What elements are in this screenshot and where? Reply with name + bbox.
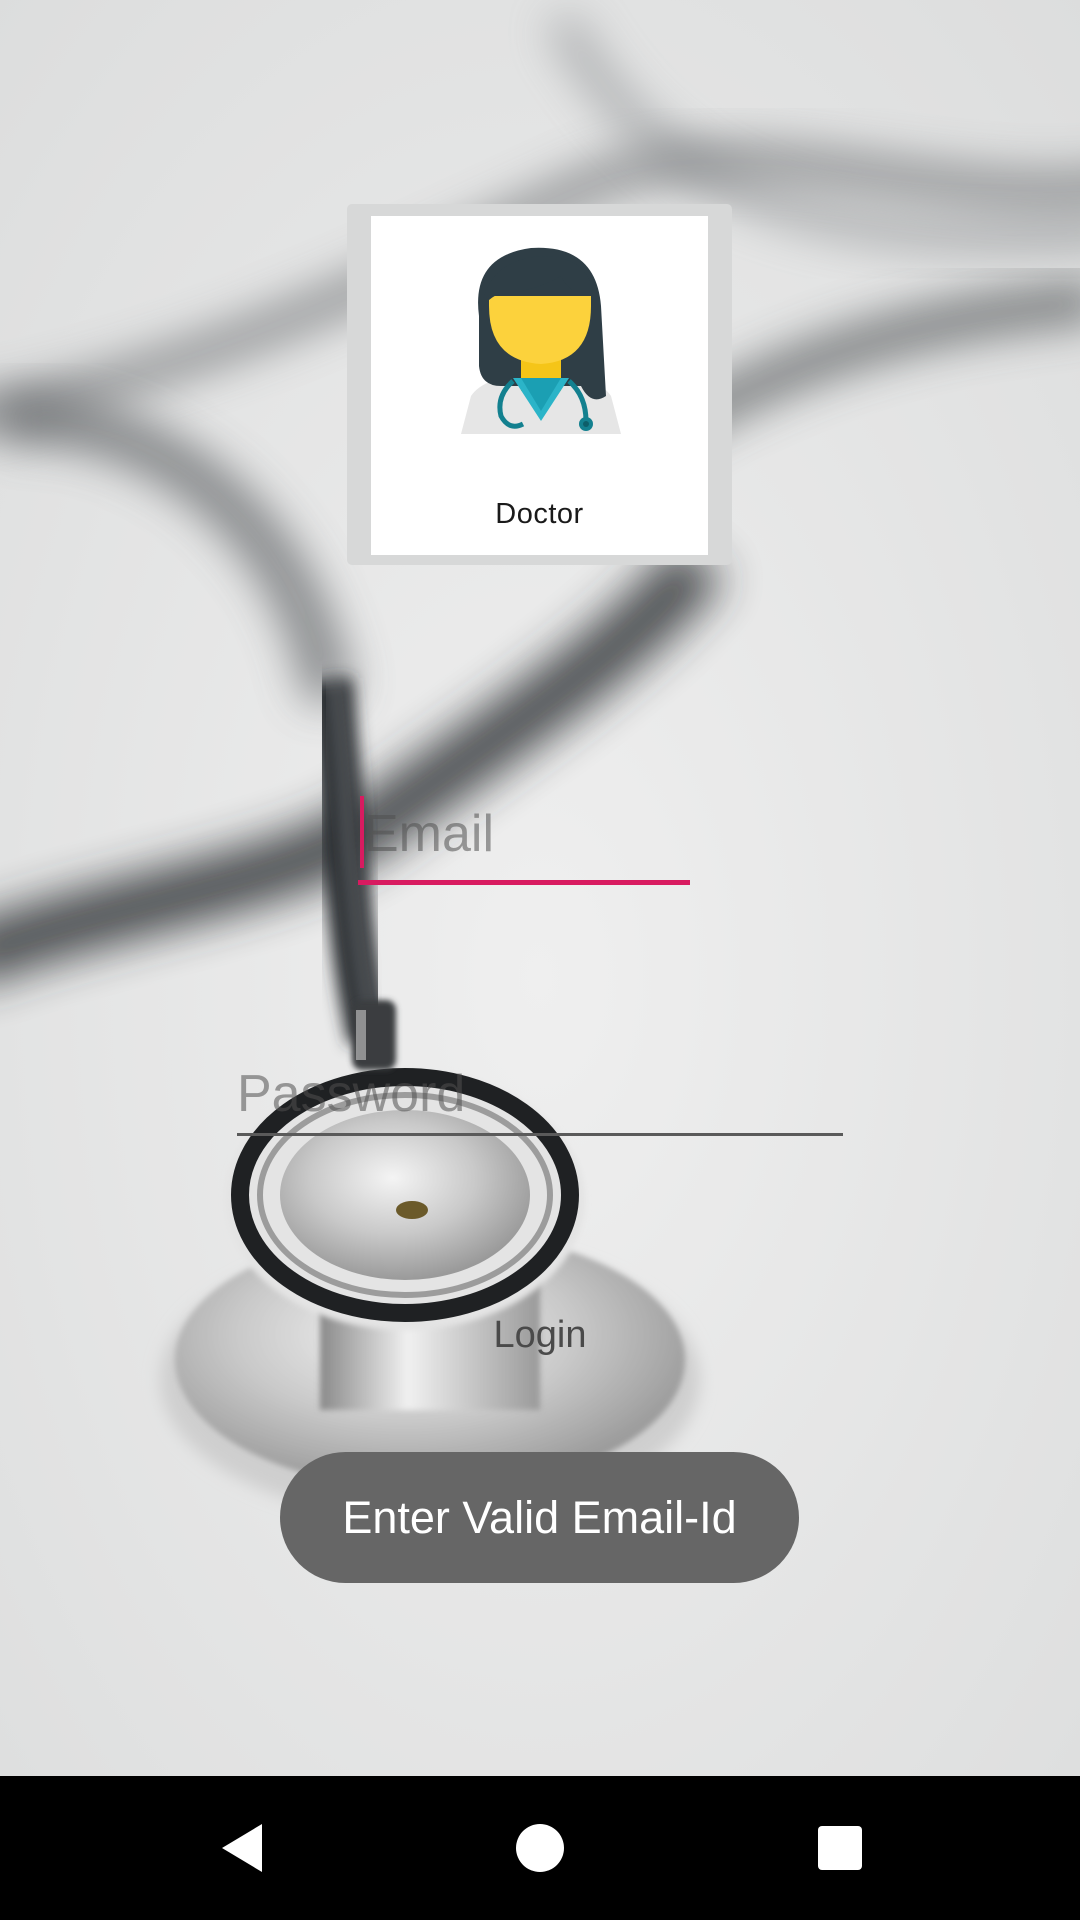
- back-triangle-icon: [222, 1824, 262, 1872]
- home-button[interactable]: [468, 1776, 612, 1920]
- toast-message: Enter Valid Email-Id: [280, 1452, 799, 1583]
- password-field[interactable]: Password: [237, 1052, 843, 1136]
- email-field[interactable]: Email: [358, 794, 690, 886]
- recents-square-icon: [818, 1826, 862, 1870]
- home-circle-icon: [516, 1824, 564, 1872]
- email-placeholder: Email: [364, 805, 495, 863]
- profile-card[interactable]: Doctor: [347, 204, 732, 565]
- recents-button[interactable]: [768, 1776, 912, 1920]
- system-navigation-bar: [0, 1776, 1080, 1920]
- password-placeholder: Password: [237, 1065, 466, 1123]
- profile-role-label: Doctor: [495, 498, 584, 530]
- password-underline: [237, 1133, 843, 1136]
- back-button[interactable]: [168, 1776, 312, 1920]
- doctor-avatar-icon: [461, 247, 621, 434]
- profile-card-inner: Doctor: [371, 216, 708, 555]
- login-screen: Doctor Email Password Login Enter Valid …: [0, 0, 1080, 1920]
- login-button[interactable]: Login: [420, 1300, 660, 1370]
- email-underline: [358, 880, 690, 885]
